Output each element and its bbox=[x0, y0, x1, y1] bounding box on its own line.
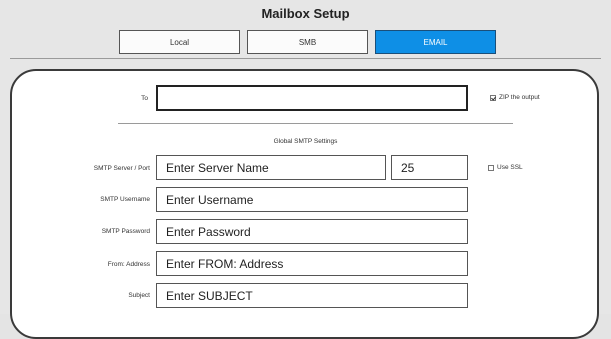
smtp-password-label: SMTP Password bbox=[101, 228, 150, 235]
tab-email[interactable]: EMAIL bbox=[375, 30, 496, 54]
use-ssl-label: Use SSL bbox=[497, 164, 523, 171]
to-field[interactable] bbox=[156, 85, 468, 111]
smtp-username-field[interactable]: Enter Username bbox=[156, 187, 468, 212]
to-label: To bbox=[141, 95, 148, 102]
tab-smb[interactable]: SMB bbox=[247, 30, 368, 54]
from-address-field[interactable]: Enter FROM: Address bbox=[156, 251, 468, 276]
section-divider bbox=[118, 123, 513, 124]
smtp-server-label: SMTP Server / Port bbox=[93, 165, 150, 172]
zip-output-option[interactable]: ZIP the output bbox=[490, 94, 540, 101]
window-title: Mailbox Setup bbox=[261, 6, 350, 21]
smtp-username-label: SMTP Username bbox=[100, 196, 150, 203]
tab-local[interactable]: Local bbox=[119, 30, 240, 54]
use-ssl-checkbox[interactable] bbox=[488, 164, 494, 171]
subject-label: Subject bbox=[128, 292, 150, 299]
smtp-password-field[interactable]: Enter Password bbox=[156, 219, 468, 244]
subject-field[interactable]: Enter SUBJECT bbox=[156, 283, 468, 308]
mailbox-setup-window: Mailbox Setup Local SMB EMAIL To ZIP the… bbox=[0, 0, 611, 339]
smtp-section-title: Global SMTP Settings bbox=[273, 138, 338, 145]
tab-divider bbox=[10, 58, 601, 59]
from-address-label: From: Address bbox=[107, 261, 150, 268]
smtp-server-field[interactable]: Enter Server Name bbox=[156, 155, 386, 180]
zip-output-label: ZIP the output bbox=[499, 94, 540, 101]
smtp-port-field[interactable]: 25 bbox=[391, 155, 468, 180]
use-ssl-option[interactable]: Use SSL bbox=[488, 164, 523, 171]
zip-output-checkbox[interactable] bbox=[490, 94, 496, 101]
